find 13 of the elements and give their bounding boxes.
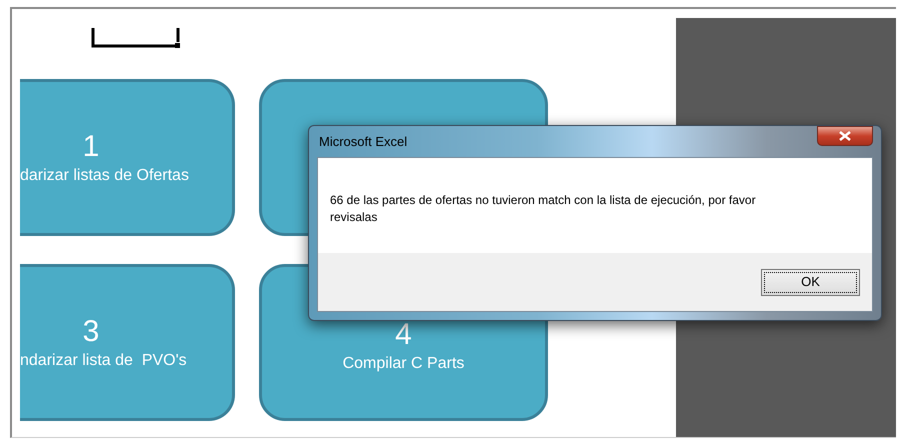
dialog-message: 66 de las partes de ofertas no tuvieron match con la lista de ejecución, por favor revisalas (330, 192, 757, 226)
step-label: Compilar C Parts (342, 354, 464, 374)
step-label: ndarizar lista de PVO's (20, 350, 188, 370)
step-number: 1 (82, 130, 100, 162)
card[interactable]: 1 darizar listas de Ofertas (20, 79, 235, 236)
close-button[interactable] (817, 126, 873, 146)
ok-button[interactable]: OK (761, 268, 860, 296)
step-label: darizar listas de Ofertas (20, 166, 190, 186)
dialog-title: Microsoft Excel (319, 132, 408, 151)
close-icon (839, 131, 851, 141)
step-number: 3 (82, 314, 100, 348)
card[interactable]: 3 ndarizar lista de PVO's (20, 264, 235, 421)
step-number: 4 (395, 316, 412, 352)
